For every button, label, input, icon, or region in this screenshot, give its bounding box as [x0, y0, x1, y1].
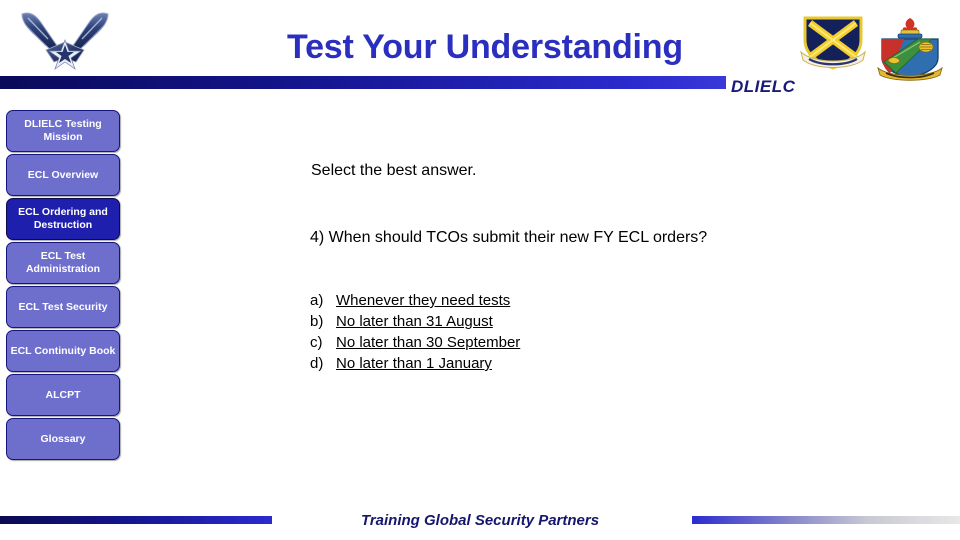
page-title: Test Your Understanding [287, 28, 683, 66]
footer-accent-bar-right [692, 516, 960, 524]
answer-option[interactable]: b) No later than 31 August [310, 313, 730, 334]
sidebar-item-label: ECL Test Security [18, 300, 108, 313]
answer-letter: a) [310, 292, 324, 309]
sidebar-item-label: ECL Test Administration [25, 250, 101, 275]
footer-tagline: Training Global Security Partners [360, 512, 600, 529]
sidebar-item-ecl-test-administration[interactable]: ECL Test Administration [6, 242, 120, 284]
answer-option[interactable]: c) No later than 30 September [310, 334, 730, 355]
air-force-wings-logo [16, 6, 114, 72]
answer-letter: c) [310, 334, 323, 351]
instruction-text: Select the best answer. [311, 162, 477, 179]
sidebar-item-label: ECL Overview [27, 168, 99, 181]
answer-letter: b) [310, 313, 324, 330]
answer-option[interactable]: a) Whenever they need tests [310, 292, 730, 313]
sidebar-item-ecl-ordering-and-destruction[interactable]: ECL Ordering and Destruction [6, 198, 120, 240]
sidebar-item-dlielc-testing-mission[interactable]: DLIELC Testing Mission [6, 110, 120, 152]
answer-link[interactable]: No later than 30 September [336, 334, 520, 351]
header-accent-bar [0, 76, 726, 89]
sidebar-item-label: DLIELC Testing Mission [24, 118, 102, 143]
sidebar-item-label: Glossary [40, 432, 86, 445]
sidebar-item-label: ECL Continuity Book [10, 344, 116, 357]
answer-options-list: a) Whenever they need tests b) No later tha… [310, 292, 730, 376]
answer-letter: d) [310, 355, 324, 372]
sidebar-item-label: ECL Ordering and Destruction [18, 206, 108, 231]
answer-link[interactable]: Whenever they need tests [336, 292, 510, 309]
sidebar-item-glossary[interactable]: Glossary [6, 418, 120, 460]
footer-accent-bar-left [0, 516, 272, 524]
sidebar-item-label: ALCPT [45, 388, 81, 401]
slide-header: Test Your Understanding DLIELC [0, 0, 960, 100]
sidebar-item-alcpt[interactable]: ALCPT [6, 374, 120, 416]
sidebar-item-ecl-overview[interactable]: ECL Overview [6, 154, 120, 196]
question-text: 4) When should TCOs submit their new FY … [310, 229, 708, 246]
sidebar-item-ecl-continuity-book[interactable]: ECL Continuity Book [6, 330, 120, 372]
answer-link[interactable]: No later than 31 August [336, 313, 493, 330]
organization-label: DLIELC [731, 77, 796, 96]
air-education-training-command-shield [797, 12, 869, 74]
dlielc-crest-emblem [874, 16, 946, 82]
sidebar-item-ecl-test-security[interactable]: ECL Test Security [6, 286, 120, 328]
answer-link[interactable]: No later than 1 January [336, 355, 492, 372]
answer-option[interactable]: d) No later than 1 January [310, 355, 730, 376]
